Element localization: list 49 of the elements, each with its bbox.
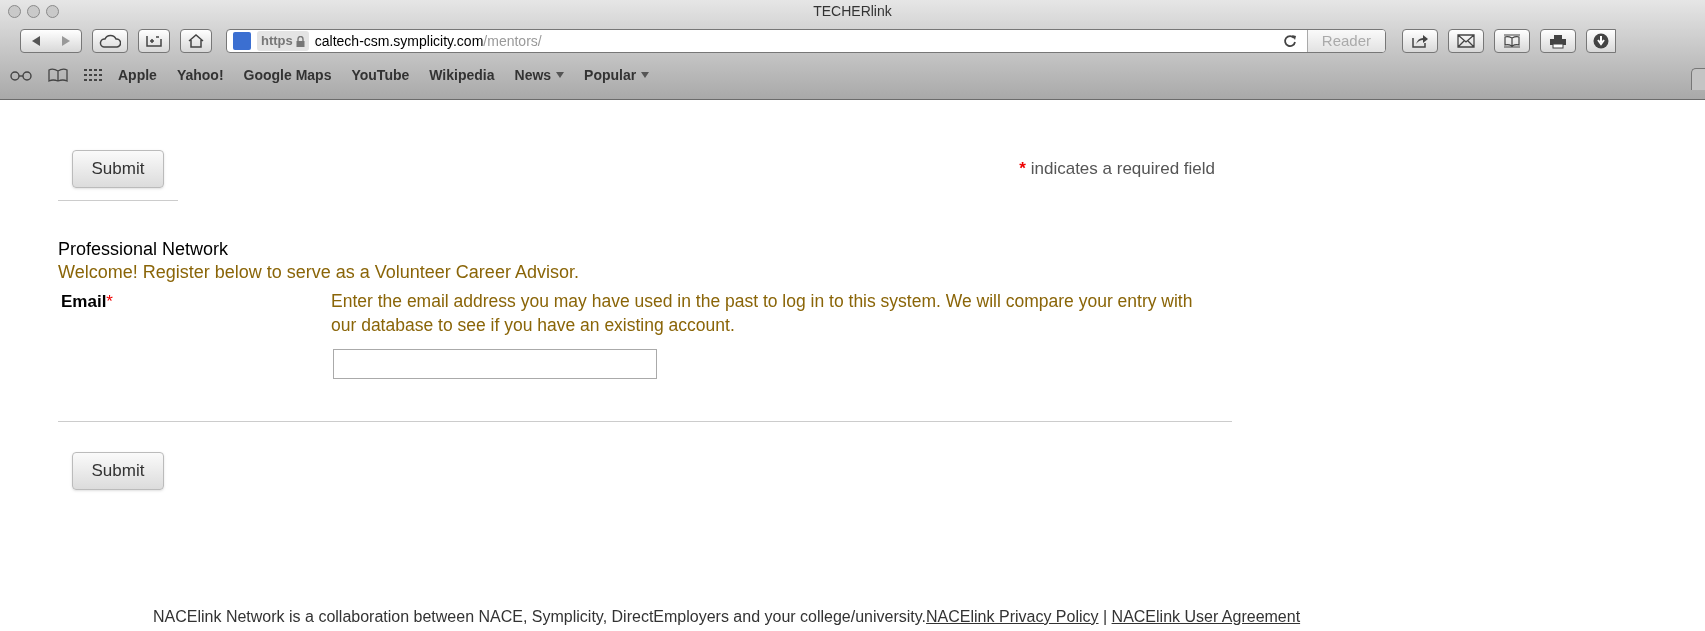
bookmark-link[interactable]: Google Maps [243,64,332,86]
envelope-icon [1457,34,1475,48]
email-field[interactable] [333,349,657,379]
bookmark-link[interactable]: Apple [118,64,157,86]
bookmark-link[interactable]: YouTube [351,64,410,86]
reload-icon[interactable] [1282,34,1297,48]
bookmark-link[interactable]: Popular [584,64,650,86]
add-bookmark-button[interactable] [138,29,170,53]
caret-icon [641,72,650,78]
email-label: Email* [61,292,113,311]
share-button[interactable] [1402,29,1438,53]
downloads-button[interactable] [1586,29,1616,53]
site-icon [233,32,251,50]
url-text: caltech-csm.symplicity.com/mentors/ [314,31,542,51]
back-forward-button[interactable] [20,29,82,53]
caret-icon [556,72,565,78]
download-icon [1593,33,1609,49]
section-title: Professional Network [58,238,230,261]
home-icon [188,34,204,48]
mail-button[interactable] [1448,29,1484,53]
book-icon [1503,34,1521,48]
icloud-button[interactable] [92,29,128,53]
help-text: Enter the email address you may have used in the past to log in to this system. We will compare your entry with our database to see if you have an existing account. [331,290,1194,337]
footer-link[interactable]: NACElink User Agreement [1111,608,1301,625]
back-icon [31,35,41,47]
printer-icon [1549,33,1567,49]
lock-icon [295,35,305,47]
home-button[interactable] [180,29,212,53]
footer-link[interactable]: NACElink Privacy Policy [926,608,1099,625]
cloud-icon [99,34,121,48]
bookmark-link[interactable]: Wikipedia [429,64,495,86]
share-icon [1411,34,1429,48]
print-button[interactable] [1540,29,1576,53]
book-icon[interactable] [48,68,68,82]
bookmark-add-icon [145,34,163,48]
submit-button[interactable]: Submit [72,452,164,490]
new-tab-button[interactable] [1691,68,1705,90]
window-title: TECHERlink [813,1,892,21]
reading-list-button[interactable] [1494,29,1530,53]
submit-button[interactable]: Submit [72,150,164,188]
bookmark-link[interactable]: Yahoo! [176,64,224,86]
forward-icon [61,35,71,47]
footer-text: NACElink Network is a collaboration between NACE, Symplicity, DirectEmployers and your college/university.NACElink Privacy Policy | NACElink User Agreement [153,607,1301,627]
scheme-text: https [261,32,293,51]
required-note: * indicates a required field [1019,158,1215,181]
welcome-text: Welcome! Register below to serve as a Volunteer Career Advisor. [58,261,580,283]
bookmark-link[interactable]: News [514,64,565,86]
grid-icon[interactable] [84,69,102,81]
glasses-icon[interactable] [10,69,32,81]
